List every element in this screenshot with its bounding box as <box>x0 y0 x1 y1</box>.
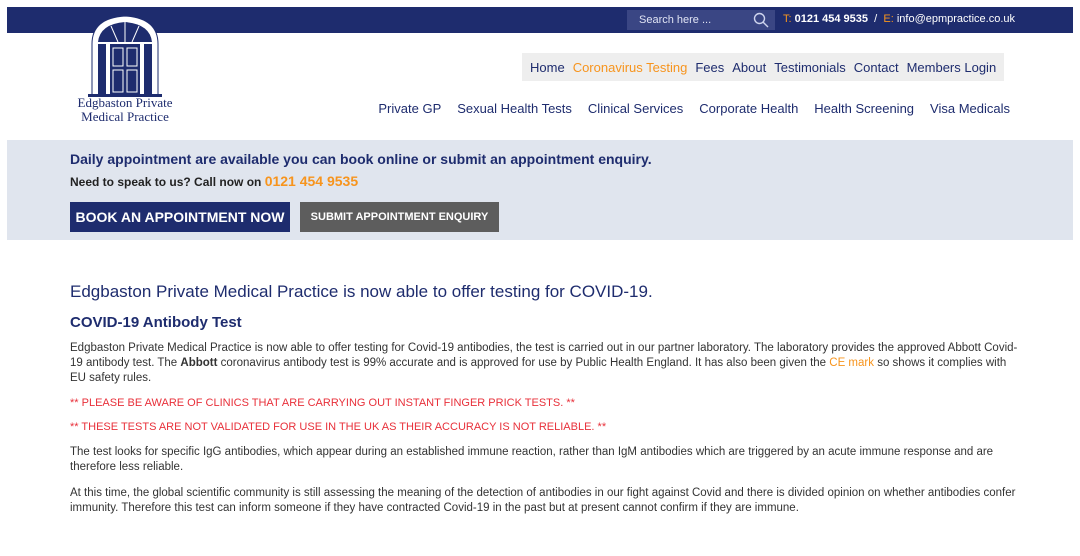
nav-sexual-health-tests[interactable]: Sexual Health Tests <box>457 101 572 116</box>
intro-paragraph: Edgbaston Private Medical Practice is no… <box>70 341 1020 386</box>
contact-info: T: 0121 454 9535 / E: info@epmpractice.c… <box>783 13 1015 25</box>
submit-enquiry-button[interactable]: SUBMIT APPOINTMENT ENQUIRY <box>300 202 499 232</box>
section-heading: COVID-19 Antibody Test <box>70 314 242 331</box>
nav-home[interactable]: Home <box>530 60 565 75</box>
search-box <box>627 10 775 30</box>
nav-corporate-health[interactable]: Corporate Health <box>699 101 798 116</box>
nav-members-login[interactable]: Members Login <box>907 60 997 75</box>
contact-separator: / <box>874 13 878 25</box>
immunity-paragraph: At this time, the global scientific comm… <box>70 487 1016 514</box>
banner-call-text: Need to speak to us? Call now on <box>70 175 262 189</box>
logo-line-1: Edgbaston Private <box>77 95 173 110</box>
email-prefix: E: <box>883 13 894 25</box>
intro-text-b: coronavirus antibody test is 99% accurat… <box>220 357 827 369</box>
banner-headline: Daily appointment are available you can … <box>70 151 652 167</box>
nav-private-gp[interactable]: Private GP <box>378 101 441 116</box>
warning-line-2: ** THESE TESTS ARE NOT VALIDATED FOR USE… <box>70 421 607 433</box>
appointment-banner: Daily appointment are available you can … <box>7 140 1073 240</box>
logo-line-2: Medical Practice <box>81 109 169 124</box>
warning-line-1: ** PLEASE BE AWARE OF CLINICS THAT ARE C… <box>70 397 575 409</box>
nav-testimonials[interactable]: Testimonials <box>774 60 846 75</box>
ce-mark-link[interactable]: CE mark <box>829 357 874 369</box>
primary-nav: Home Coronavirus Testing Fees About Test… <box>522 53 1005 81</box>
nav-clinical-services[interactable]: Clinical Services <box>588 101 683 116</box>
banner-phone[interactable]: 0121 454 9535 <box>265 173 358 189</box>
book-appointment-button[interactable]: BOOK AN APPOINTMENT NOW <box>70 202 290 232</box>
nav-fees[interactable]: Fees <box>695 60 724 75</box>
page-title: Edgbaston Private Medical Practice is no… <box>70 282 653 301</box>
nav-coronavirus-testing[interactable]: Coronavirus Testing <box>573 60 688 75</box>
nav-contact[interactable]: Contact <box>854 60 899 75</box>
phone-number[interactable]: 0121 454 9535 <box>795 13 868 25</box>
search-input[interactable] <box>627 10 745 30</box>
nav-health-screening[interactable]: Health Screening <box>814 101 914 116</box>
main-content: Edgbaston Private Medical Practice is no… <box>70 282 1020 527</box>
practice-logo-text[interactable]: Edgbaston Private Medical Practice <box>70 96 180 124</box>
email-link[interactable]: info@epmpractice.co.uk <box>897 13 1015 25</box>
nav-about[interactable]: About <box>732 60 766 75</box>
secondary-nav: Private GP Sexual Health Tests Clinical … <box>362 101 1010 116</box>
intro-bold: Abbott <box>180 357 218 369</box>
banner-call-line: Need to speak to us? Call now on 0121 45… <box>70 173 358 189</box>
phone-prefix: T: <box>783 13 792 25</box>
search-icon[interactable] <box>752 11 770 29</box>
nav-visa-medicals[interactable]: Visa Medicals <box>930 101 1010 116</box>
igg-paragraph: The test looks for specific IgG antibodi… <box>70 446 994 473</box>
